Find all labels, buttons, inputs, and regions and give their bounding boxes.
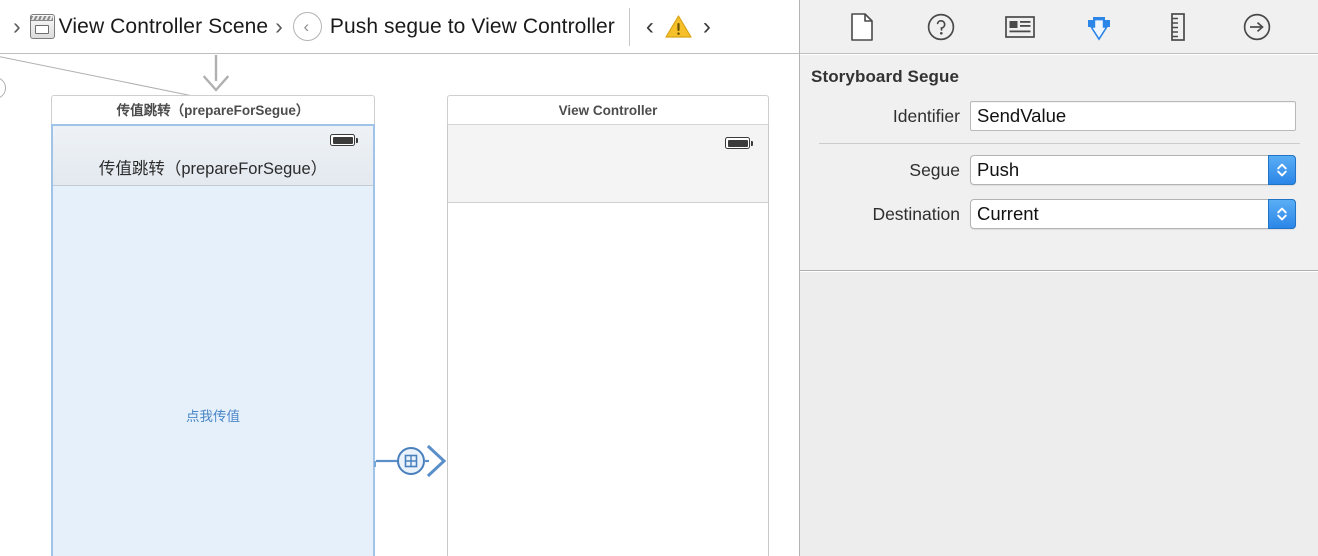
identifier-input[interactable]: SendValue bbox=[970, 101, 1296, 131]
jump-bar-divider bbox=[628, 7, 630, 46]
identifier-label: Identifier bbox=[892, 105, 960, 126]
previous-issue-button[interactable]: ‹ bbox=[640, 13, 660, 41]
destination-row: Destination Current bbox=[800, 199, 1318, 229]
destination-popup-chevrons-icon[interactable] bbox=[1268, 199, 1296, 229]
attributes-inspector-panel: Storyboard Segue Identifier SendValue Se… bbox=[800, 55, 1318, 271]
identity-inspector-icon[interactable] bbox=[1002, 10, 1038, 44]
scene-left-label[interactable]: 传值跳转（prepareForSegue） bbox=[51, 95, 375, 124]
battery-icon bbox=[330, 134, 358, 146]
xcode-storyboard-editor: › View Controller Scene › ‹ Push segue t… bbox=[0, 0, 1318, 556]
breadcrumb-separator-1: › bbox=[275, 13, 283, 39]
segue-popup-value: Push bbox=[977, 159, 1020, 180]
segue-popup-button[interactable]: Push bbox=[970, 155, 1296, 185]
chevron-left-icon: ‹ bbox=[303, 17, 310, 36]
breadcrumb-separator-0: › bbox=[13, 13, 21, 39]
storyboard-entry-arrow bbox=[196, 55, 236, 100]
breadcrumb-segue-name[interactable]: Push segue to View Controller bbox=[330, 15, 615, 39]
next-issue-button[interactable]: › bbox=[697, 13, 717, 41]
identifier-row: Identifier SendValue bbox=[800, 101, 1318, 131]
inspector-empty-area bbox=[800, 272, 1318, 556]
scene-right-navigation-bar[interactable] bbox=[448, 125, 768, 203]
view-controller-scene-icon bbox=[29, 14, 55, 39]
storyboard-canvas[interactable]: 传值跳转（prepareForSegue） 传值跳转（prepareForSeg… bbox=[0, 55, 799, 556]
scene-left-device[interactable]: 传值跳转（prepareForSegue） 点我传值 bbox=[51, 124, 375, 556]
segue-back-circle-icon[interactable]: ‹ bbox=[292, 12, 322, 41]
segue-popup-chevrons-icon[interactable] bbox=[1268, 155, 1296, 185]
segue-label: Segue bbox=[909, 159, 960, 180]
destination-popup-button[interactable]: Current bbox=[970, 199, 1296, 229]
inspector-section-title: Storyboard Segue bbox=[811, 67, 960, 86]
scene-right-content-view[interactable] bbox=[448, 203, 768, 556]
scene-right-device[interactable] bbox=[447, 124, 769, 556]
attributes-inspector-icon[interactable] bbox=[1081, 10, 1117, 44]
segue-row: Segue Push bbox=[800, 155, 1318, 185]
inspector-selector-bar bbox=[800, 0, 1318, 54]
scene-left-status-bar bbox=[53, 126, 373, 154]
scene-right-label[interactable]: View Controller bbox=[447, 95, 769, 124]
quick-help-inspector-icon[interactable] bbox=[923, 10, 959, 44]
push-segue-connector[interactable] bbox=[374, 441, 448, 481]
size-inspector-icon[interactable] bbox=[1160, 10, 1196, 44]
destination-popup-value: Current bbox=[977, 203, 1039, 224]
scene-left-navigation-bar[interactable]: 传值跳转（prepareForSegue） bbox=[53, 126, 373, 186]
scene-left-nav-title: 传值跳转（prepareForSegue） bbox=[98, 160, 328, 178]
jump-bar: › View Controller Scene › ‹ Push segue t… bbox=[0, 0, 800, 54]
storyboard-entry-point-icon bbox=[0, 77, 6, 99]
warning-triangle-icon[interactable] bbox=[665, 14, 692, 39]
inspector-separator bbox=[819, 143, 1300, 144]
scene-right[interactable]: View Controller bbox=[447, 95, 769, 556]
send-value-button[interactable]: 点我传值 bbox=[53, 405, 373, 425]
connections-inspector-icon[interactable] bbox=[1239, 10, 1275, 44]
scene-left[interactable]: 传值跳转（prepareForSegue） 传值跳转（prepareForSeg… bbox=[51, 95, 375, 556]
battery-icon bbox=[725, 137, 753, 149]
file-inspector-icon[interactable] bbox=[844, 10, 880, 44]
scene-left-content-view[interactable]: 点我传值 bbox=[53, 186, 373, 556]
breadcrumb-scene-name[interactable]: View Controller Scene bbox=[59, 15, 269, 39]
destination-label: Destination bbox=[872, 203, 960, 224]
